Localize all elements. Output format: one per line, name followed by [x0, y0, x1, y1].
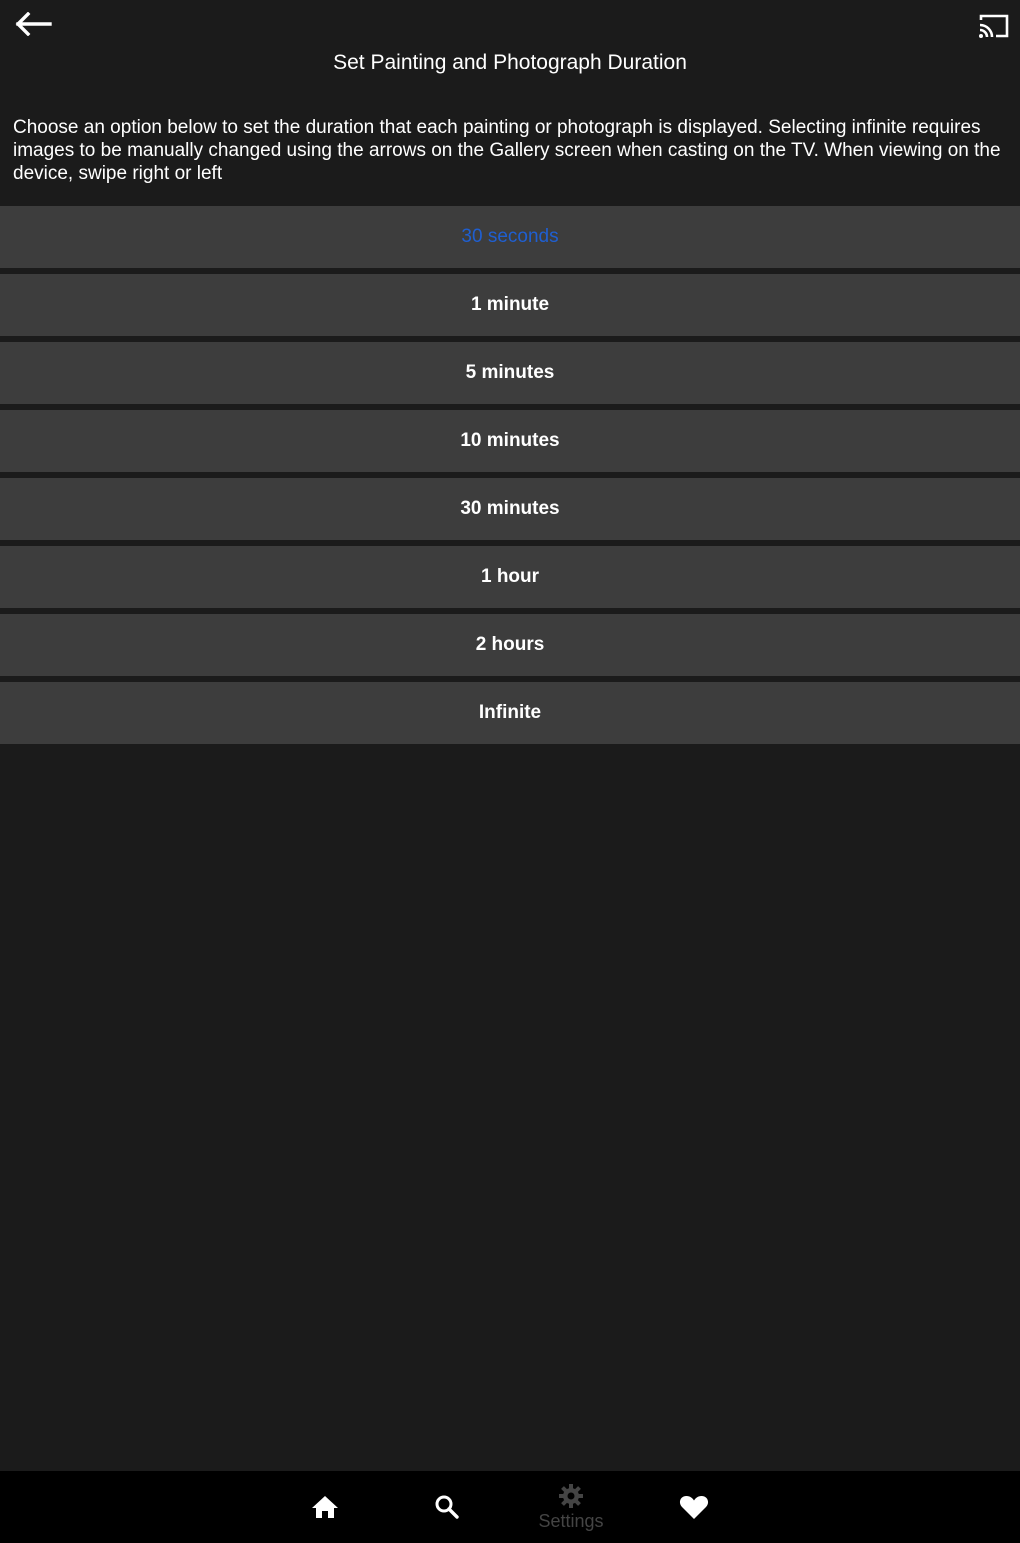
- option-infinite[interactable]: Infinite: [0, 682, 1020, 744]
- cast-button[interactable]: [976, 10, 1012, 42]
- heart-icon: [679, 1496, 709, 1519]
- page-description: Choose an option below to set the durati…: [13, 117, 1001, 184]
- cast-icon: [979, 14, 1009, 38]
- nav-search[interactable]: [402, 1471, 492, 1543]
- home-icon: [312, 1496, 338, 1518]
- app-header: Set Painting and Photograph Duration Cho…: [0, 0, 1020, 206]
- option-5-minutes[interactable]: 5 minutes: [0, 342, 1020, 404]
- nav-settings[interactable]: Settings: [526, 1471, 616, 1543]
- option-10-minutes[interactable]: 10 minutes: [0, 410, 1020, 472]
- option-2-hours[interactable]: 2 hours: [0, 614, 1020, 676]
- page-title: Set Painting and Photograph Duration: [333, 51, 687, 74]
- bottom-navigation: Settings: [0, 1471, 1020, 1543]
- option-30-seconds[interactable]: 30 seconds: [0, 206, 1020, 268]
- option-1-hour[interactable]: 1 hour: [0, 546, 1020, 608]
- search-icon: [435, 1495, 459, 1519]
- gear-icon: [559, 1484, 583, 1508]
- option-1-minute[interactable]: 1 minute: [0, 274, 1020, 336]
- nav-settings-label: Settings: [538, 1511, 604, 1531]
- nav-home[interactable]: [280, 1471, 370, 1543]
- option-30-minutes[interactable]: 30 minutes: [0, 478, 1020, 540]
- duration-options-list: 30 seconds 1 minute 5 minutes 10 minutes…: [0, 206, 1020, 750]
- back-button[interactable]: [10, 6, 56, 42]
- nav-favorites[interactable]: [649, 1471, 739, 1543]
- arrow-left-icon: [15, 12, 52, 36]
